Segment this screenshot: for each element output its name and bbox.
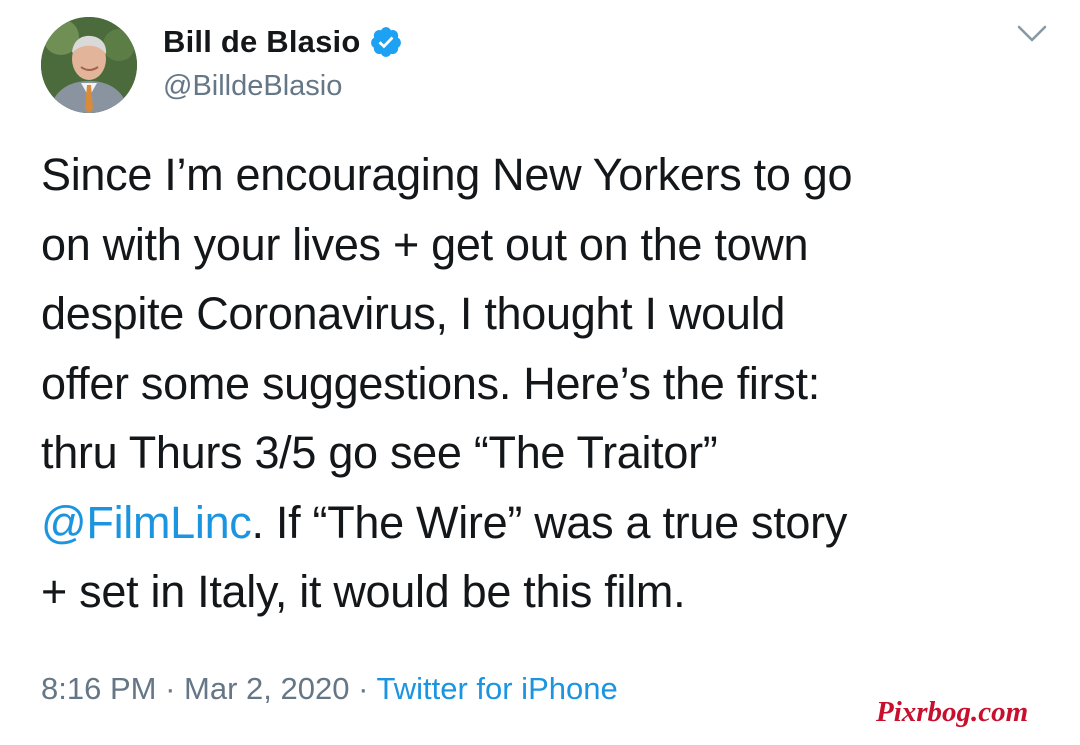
author-display-name[interactable]: Bill de Blasio: [163, 24, 360, 60]
profile-photo-icon: [41, 17, 137, 113]
tweet-line: on with your lives + get out on the town: [41, 218, 809, 270]
tweet-date[interactable]: Mar 2, 2020: [184, 671, 349, 706]
author-name-row[interactable]: Bill de Blasio: [163, 20, 403, 64]
tweet-time[interactable]: 8:16 PM: [41, 671, 156, 706]
tweet-text: Since I’m encouraging New Yorkers to go …: [41, 140, 1051, 627]
tweet-line: despite Coronavirus, I thought I would: [41, 288, 786, 339]
tweet-card: Bill de Blasio @BilldeBlasio Since I’m e…: [0, 0, 1080, 745]
tweet-line: + set in Italy, it would be this film.: [41, 566, 686, 617]
author-handle[interactable]: @BilldeBlasio: [163, 70, 342, 103]
chevron-down-icon[interactable]: [1014, 20, 1050, 48]
verified-badge-icon: [371, 27, 402, 57]
mention-link[interactable]: @FilmLinc: [41, 497, 252, 548]
author-avatar[interactable]: [41, 17, 137, 113]
meta-separator: ·: [358, 671, 369, 706]
tweet-line: @FilmLinc. If “The Wire” was a true stor…: [41, 488, 1051, 558]
meta-separator: ·: [165, 671, 176, 706]
tweet-line-text: . If “The Wire” was a true story: [251, 496, 848, 548]
watermark: Pixrbog.com: [876, 696, 1029, 728]
tweet-line: Since I’m encouraging New Yorkers to go: [41, 149, 853, 200]
tweet-meta: 8:16 PM · Mar 2, 2020 · Twitter for iPho…: [41, 671, 618, 707]
tweet-source-link[interactable]: Twitter for iPhone: [376, 671, 617, 706]
tweet-line: thru Thurs 3/5 go see “The Traitor”: [41, 427, 718, 478]
tweet-line: offer some suggestions. Here’s the first…: [41, 357, 820, 409]
